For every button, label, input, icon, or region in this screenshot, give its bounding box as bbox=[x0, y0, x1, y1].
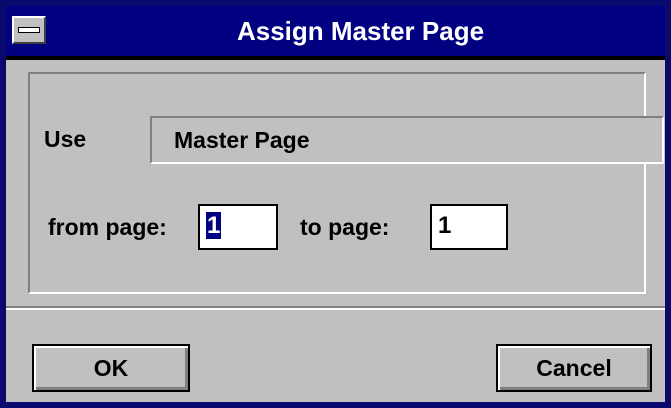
cancel-button[interactable]: Cancel bbox=[496, 344, 652, 392]
system-menu-icon bbox=[18, 27, 40, 33]
to-page-label: to page: bbox=[300, 214, 390, 240]
ok-button[interactable]: OK bbox=[32, 344, 190, 392]
from-page-label: from page: bbox=[48, 214, 167, 240]
title-bar[interactable]: Assign Master Page bbox=[6, 6, 665, 60]
dialog-body: Use Master Page from page: 1 to page: 1 … bbox=[6, 60, 665, 402]
from-page-input[interactable]: 1 bbox=[198, 204, 278, 250]
button-separator bbox=[6, 306, 665, 310]
to-page-input[interactable]: 1 bbox=[430, 204, 508, 250]
assign-master-page-dialog: Assign Master Page Use Master Page from … bbox=[0, 0, 671, 408]
dialog-title: Assign Master Page bbox=[236, 16, 485, 46]
from-page-value: 1 bbox=[206, 212, 222, 239]
options-group: Use Master Page from page: 1 to page: 1 bbox=[28, 72, 664, 294]
master-page-field[interactable]: Master Page bbox=[150, 116, 664, 164]
use-label: Use bbox=[44, 126, 87, 152]
system-menu-button[interactable] bbox=[12, 16, 46, 44]
